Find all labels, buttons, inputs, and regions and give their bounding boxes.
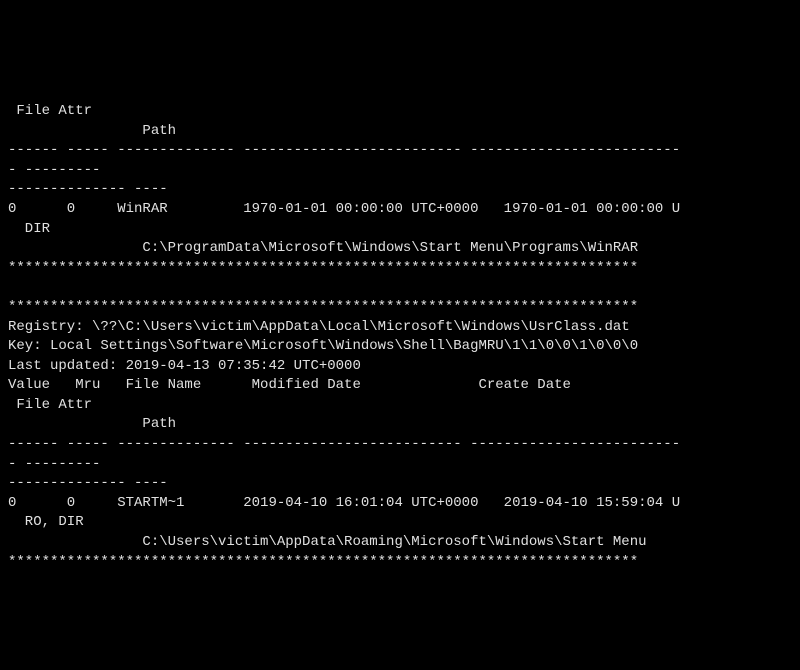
last-updated-line: Last updated: 2019-04-13 07:35:42 UTC+00… bbox=[8, 358, 361, 374]
terminal-output: File Attr Path ------ ----- ------------… bbox=[8, 82, 792, 572]
header-path: Path bbox=[8, 123, 176, 139]
separator-line: -------------- ---- bbox=[8, 475, 168, 491]
header-file-attr: File Attr bbox=[8, 103, 92, 119]
registry-line: Registry: \??\C:\Users\victim\AppData\Lo… bbox=[8, 319, 630, 335]
entry-attr: DIR bbox=[8, 221, 50, 237]
entry-path: C:\ProgramData\Microsoft\Windows\Start M… bbox=[8, 240, 638, 256]
separator-line: ------ ----- -------------- ------------… bbox=[8, 142, 680, 158]
entry-attr: RO, DIR bbox=[8, 514, 84, 530]
header-path: Path bbox=[8, 416, 176, 432]
entry-row: 0 0 STARTM~1 2019-04-10 16:01:04 UTC+000… bbox=[8, 495, 680, 511]
key-line: Key: Local Settings\Software\Microsoft\W… bbox=[8, 338, 638, 354]
entry-path: C:\Users\victim\AppData\Roaming\Microsof… bbox=[8, 534, 647, 550]
separator-stars: ****************************************… bbox=[8, 554, 638, 570]
separator-line: ------ ----- -------------- ------------… bbox=[8, 436, 680, 452]
entry-row: 0 0 WinRAR 1970-01-01 00:00:00 UTC+0000 … bbox=[8, 201, 680, 217]
separator-stars: ****************************************… bbox=[8, 299, 638, 315]
header-file-attr: File Attr bbox=[8, 397, 92, 413]
separator-line: - --------- bbox=[8, 162, 100, 178]
separator-line: -------------- ---- bbox=[8, 181, 168, 197]
separator-stars: ****************************************… bbox=[8, 260, 638, 276]
separator-line: - --------- bbox=[8, 456, 100, 472]
header-columns: Value Mru File Name Modified Date Create… bbox=[8, 377, 571, 393]
